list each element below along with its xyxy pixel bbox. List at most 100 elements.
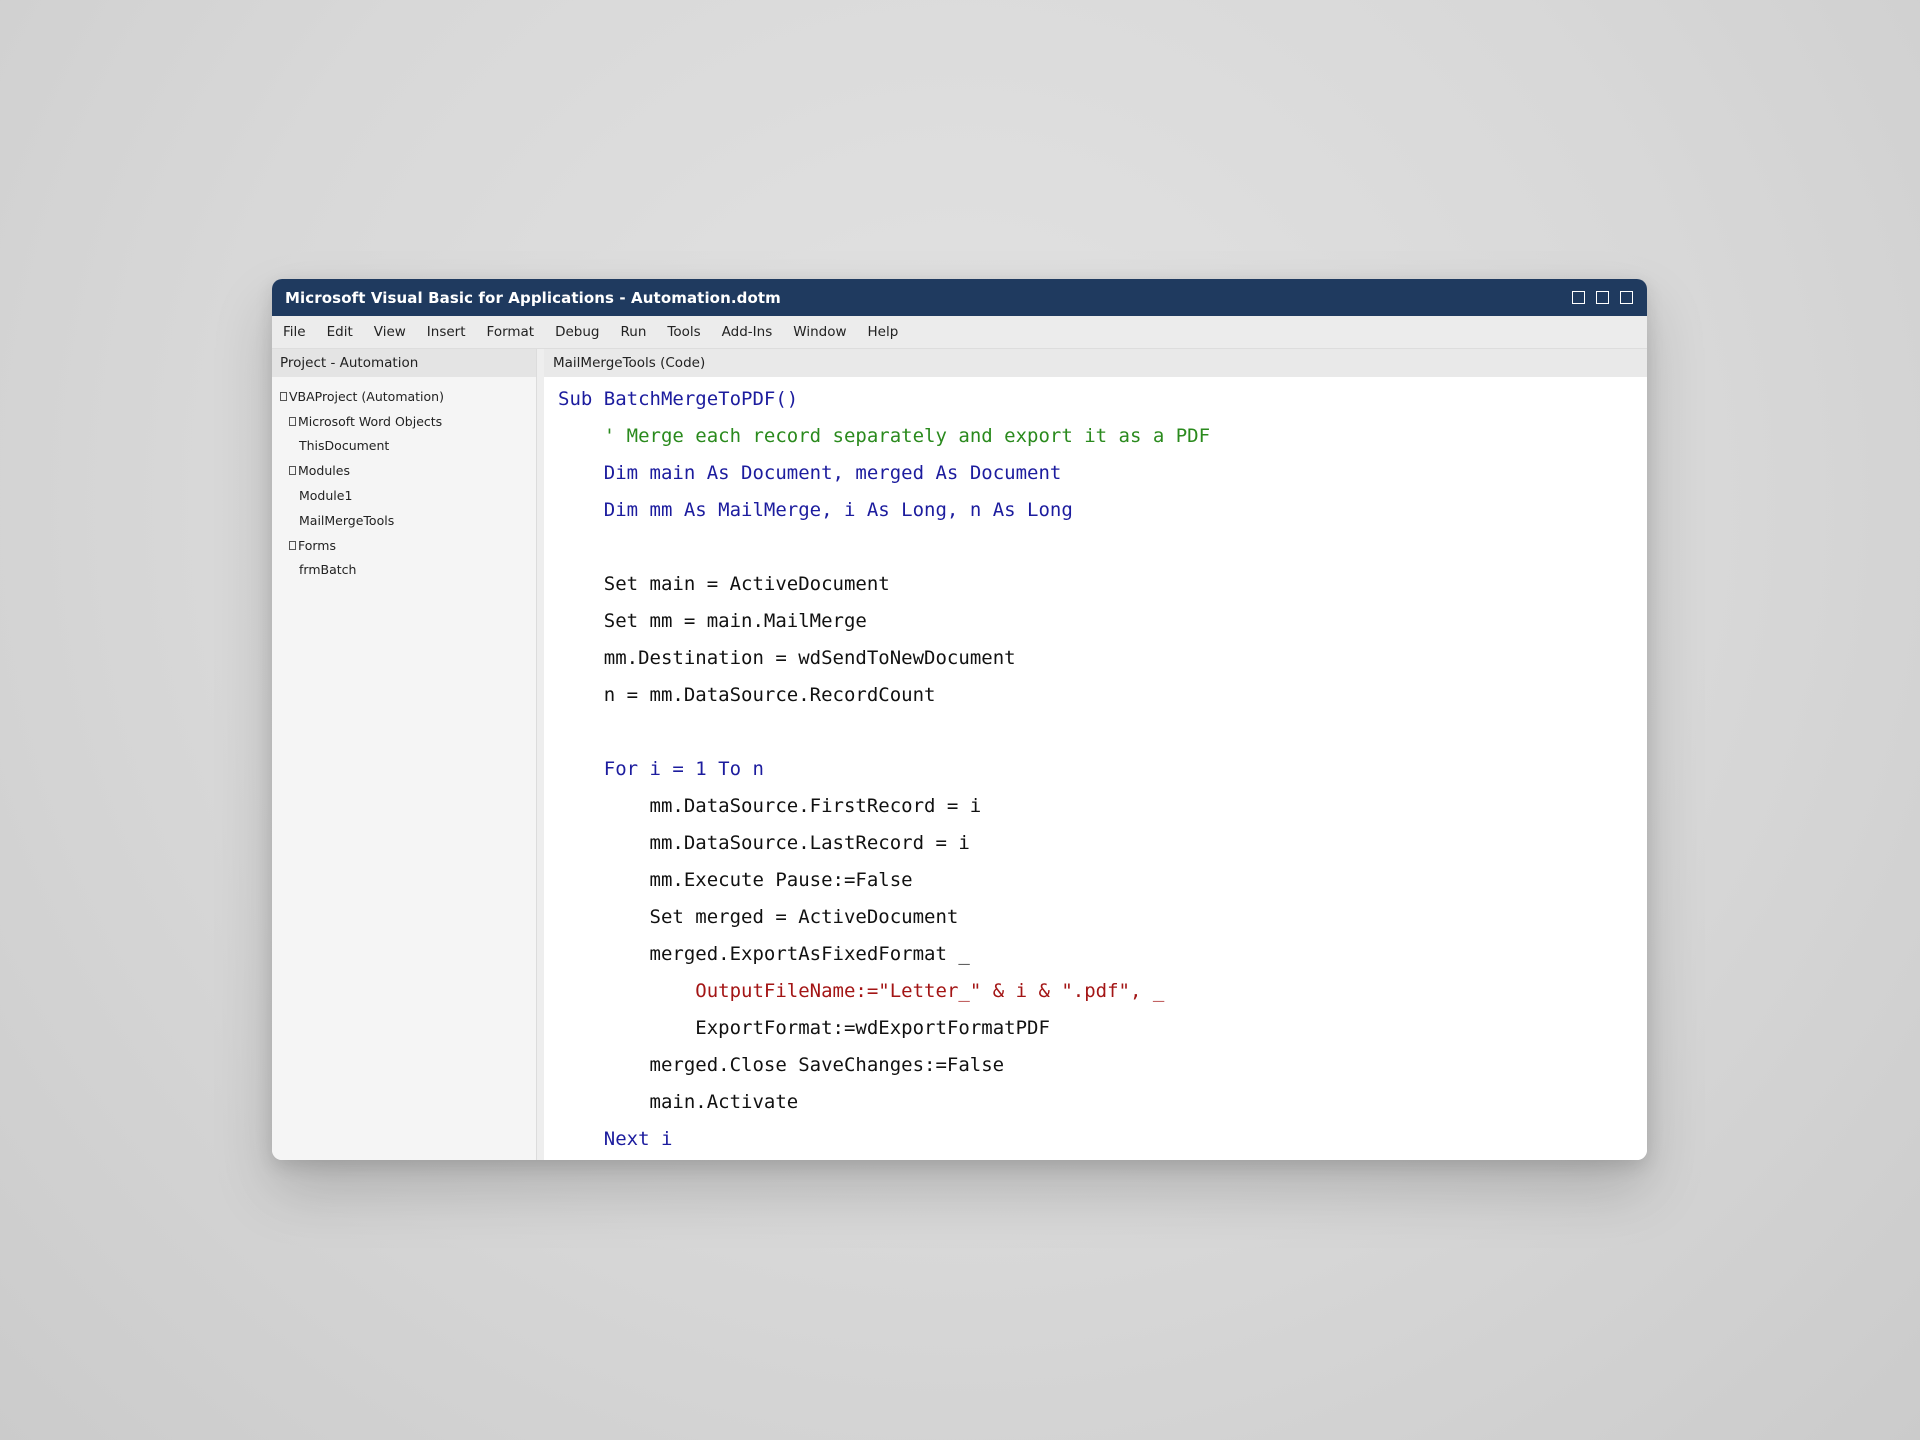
expand-collapse-icon[interactable] [289,466,296,476]
code-line[interactable] [558,529,1647,566]
code-line[interactable]: Next i [558,1121,1647,1158]
code-line[interactable]: Set mm = main.MailMerge [558,603,1647,640]
code-text: Set mm = main.MailMerge [603,610,867,632]
menu-format[interactable]: Format [487,324,535,340]
panel-splitter[interactable] [537,349,544,1160]
tree-item[interactable]: frmBatch [272,558,536,583]
code-text: mm.Destination = wdSendToNewDocument [603,647,1016,669]
project-explorer-header: Project - Automation [272,349,536,377]
code-editor[interactable]: Sub BatchMergeToPDF() ' Merge each recor… [544,377,1647,1158]
code-line[interactable]: mm.Execute Pause:=False [558,862,1647,899]
menu-edit[interactable]: Edit [327,324,353,340]
code-text: OutputFileName:="Letter_" & i & ".pdf", … [695,980,1165,1002]
code-text: merged.Close SaveChanges:=False [649,1054,1005,1076]
tree-item-label: Module1 [299,488,353,504]
tree-item-label: Modules [298,463,350,479]
tree-item-label: frmBatch [299,562,357,578]
code-line[interactable]: mm.DataSource.LastRecord = i [558,825,1647,862]
close-icon[interactable] [1620,291,1633,304]
code-text: Next i [603,1128,673,1150]
code-text: mm.DataSource.FirstRecord = i [649,795,982,817]
tree-item[interactable]: Module1 [272,483,536,508]
menu-add-ins[interactable]: Add-Ins [722,324,773,340]
tree-item[interactable]: Forms [272,533,536,558]
code-line[interactable]: OutputFileName:="Letter_" & i & ".pdf", … [558,973,1647,1010]
tree-item[interactable]: MailMergeTools [272,508,536,533]
menu-insert[interactable]: Insert [427,324,466,340]
code-text: Sub BatchMergeToPDF() [558,388,799,410]
menu-debug[interactable]: Debug [555,324,599,340]
tree-item[interactable]: Microsoft Word Objects [272,409,536,434]
code-line[interactable]: mm.Destination = wdSendToNewDocument [558,640,1647,677]
minimize-icon[interactable] [1572,291,1585,304]
menu-tools[interactable]: Tools [667,324,700,340]
code-window: MailMergeTools (Code) Sub BatchMergeToPD… [544,349,1647,1160]
tree-item[interactable]: ThisDocument [272,434,536,459]
expand-collapse-icon[interactable] [280,391,287,401]
project-explorer: Project - Automation VBAProject (Automat… [272,349,537,1160]
code-text: ExportFormat:=wdExportFormatPDF [695,1017,1050,1039]
code-line[interactable]: For i = 1 To n [558,751,1647,788]
code-line[interactable]: Dim main As Document, merged As Document [558,455,1647,492]
code-line[interactable] [558,714,1647,751]
menu-window[interactable]: Window [793,324,846,340]
code-line[interactable]: main.Activate [558,1084,1647,1121]
code-line[interactable]: Dim mm As MailMerge, i As Long, n As Lon… [558,492,1647,529]
code-text: Dim mm As MailMerge, i As Long, n As Lon… [603,499,1073,521]
expand-collapse-icon[interactable] [289,416,296,426]
expand-collapse-icon[interactable] [289,540,296,550]
window-title: Microsoft Visual Basic for Applications … [285,288,781,307]
menu-bar: File Edit View Insert Format Debug Run T… [272,316,1647,349]
maximize-icon[interactable] [1596,291,1609,304]
menu-file[interactable]: File [283,324,306,340]
menu-view[interactable]: View [374,324,406,340]
editor-body: Project - Automation VBAProject (Automat… [272,349,1647,1160]
code-line[interactable]: n = mm.DataSource.RecordCount [558,677,1647,714]
tree-item-label: MailMergeTools [299,512,395,528]
code-line[interactable]: ' Merge each record separately and expor… [558,418,1647,455]
code-line[interactable]: Set merged = ActiveDocument [558,899,1647,936]
code-text: For i = 1 To n [603,758,764,780]
code-text: ' Merge each record separately and expor… [603,425,1211,447]
title-bar[interactable]: Microsoft Visual Basic for Applications … [272,279,1647,316]
vba-editor-window: Microsoft Visual Basic for Applications … [272,279,1647,1160]
code-line[interactable]: ExportFormat:=wdExportFormatPDF [558,1010,1647,1047]
tree-item-label: VBAProject (Automation) [289,388,444,404]
code-text: mm.DataSource.LastRecord = i [649,832,970,854]
menu-help[interactable]: Help [868,324,899,340]
tree-item[interactable]: VBAProject (Automation) [272,384,536,409]
code-line[interactable]: mm.DataSource.FirstRecord = i [558,788,1647,825]
code-text: mm.Execute Pause:=False [649,869,913,891]
code-line[interactable]: Set main = ActiveDocument [558,566,1647,603]
code-line[interactable]: merged.ExportAsFixedFormat _ [558,936,1647,973]
code-text: main.Activate [649,1091,799,1113]
code-text: Set merged = ActiveDocument [649,906,959,928]
code-line[interactable]: Sub BatchMergeToPDF() [558,381,1647,418]
code-text: n = mm.DataSource.RecordCount [603,684,936,706]
project-tree: VBAProject (Automation) Microsoft Word Ob… [272,377,536,582]
code-text: Set main = ActiveDocument [603,573,890,595]
tree-item-label: Forms [298,537,337,553]
code-text: Dim main As Document, merged As Document [603,462,1062,484]
code-line[interactable]: merged.Close SaveChanges:=False [558,1047,1647,1084]
tree-item[interactable]: Modules [272,458,536,483]
tree-item-label: ThisDocument [299,438,390,454]
menu-run[interactable]: Run [621,324,647,340]
